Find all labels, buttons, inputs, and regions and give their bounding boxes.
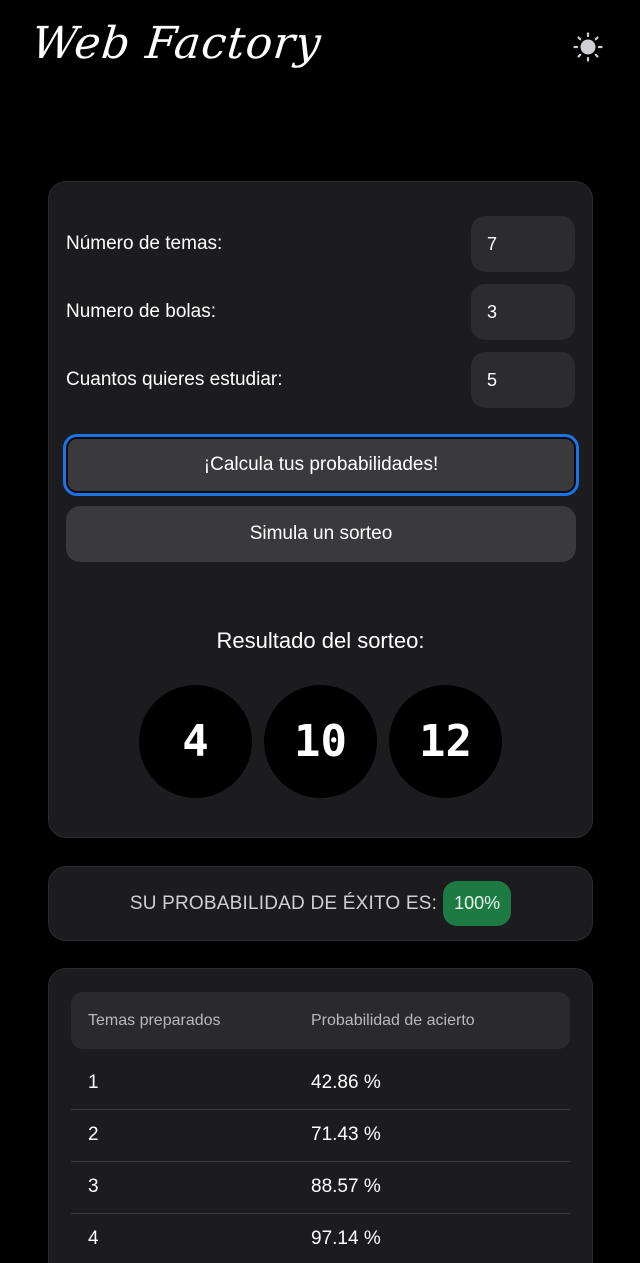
bolas-label: Numero de bolas: — [66, 301, 216, 322]
table-cell-temas: 1 — [88, 1072, 99, 1093]
calculate-button[interactable]: ¡Calcula tus probabilidades! — [63, 434, 579, 496]
theme-toggle-button[interactable] — [572, 31, 604, 63]
draw-balls: 4 10 12 — [49, 685, 592, 798]
bolas-input[interactable] — [471, 284, 575, 340]
column-header-probabilidad: Probabilidad de acierto — [311, 1011, 475, 1029]
page: Web Factory Número de temas: Numero de b… — [0, 0, 640, 1263]
column-header-temas: Temas preparados — [88, 1011, 221, 1029]
success-probability-label: SU PROBABILIDAD DE ÉXITO ES: — [129, 892, 438, 914]
temas-input[interactable] — [471, 216, 575, 272]
estudiar-input[interactable] — [471, 352, 575, 408]
estudiar-label: Cuantos quieres estudiar: — [66, 369, 283, 390]
form-row-temas: Número de temas: — [66, 216, 575, 272]
table-cell-probabilidad: 97.14 % — [311, 1228, 381, 1249]
draw-result-title: Resultado del sorteo: — [216, 628, 425, 653]
logo[interactable]: Web Factory — [29, 18, 324, 69]
table-row: 2 71.43 % — [71, 1109, 570, 1162]
draw-ball: 12 — [389, 685, 502, 798]
draw-ball: 10 — [264, 685, 377, 798]
calculator-card: Número de temas: Numero de bolas: Cuanto… — [48, 181, 593, 838]
table-cell-probabilidad: 42.86 % — [311, 1072, 381, 1093]
table-row: 1 42.86 % — [71, 1057, 570, 1110]
table-row: 4 97.14 % — [71, 1213, 570, 1263]
table-cell-temas: 3 — [88, 1176, 99, 1197]
table-header: Temas preparados Probabilidad de acierto — [71, 992, 570, 1049]
probability-table-card: Temas preparados Probabilidad de acierto… — [48, 968, 593, 1263]
draw-ball: 4 — [139, 685, 252, 798]
sun-icon — [573, 32, 603, 62]
temas-label: Número de temas: — [66, 233, 223, 254]
success-probability-badge: 100% — [443, 881, 512, 926]
success-probability-card: SU PROBABILIDAD DE ÉXITO ES: 100% — [48, 866, 593, 941]
table-cell-probabilidad: 71.43 % — [311, 1124, 381, 1145]
table-cell-temas: 4 — [88, 1228, 99, 1249]
table-row: 3 88.57 % — [71, 1161, 570, 1214]
form-row-bolas: Numero de bolas: — [66, 284, 575, 340]
table-cell-temas: 2 — [88, 1124, 99, 1145]
form-row-estudiar: Cuantos quieres estudiar: — [66, 352, 575, 408]
table-cell-probabilidad: 88.57 % — [311, 1176, 381, 1197]
simulate-draw-button[interactable]: Simula un sorteo — [66, 506, 576, 562]
